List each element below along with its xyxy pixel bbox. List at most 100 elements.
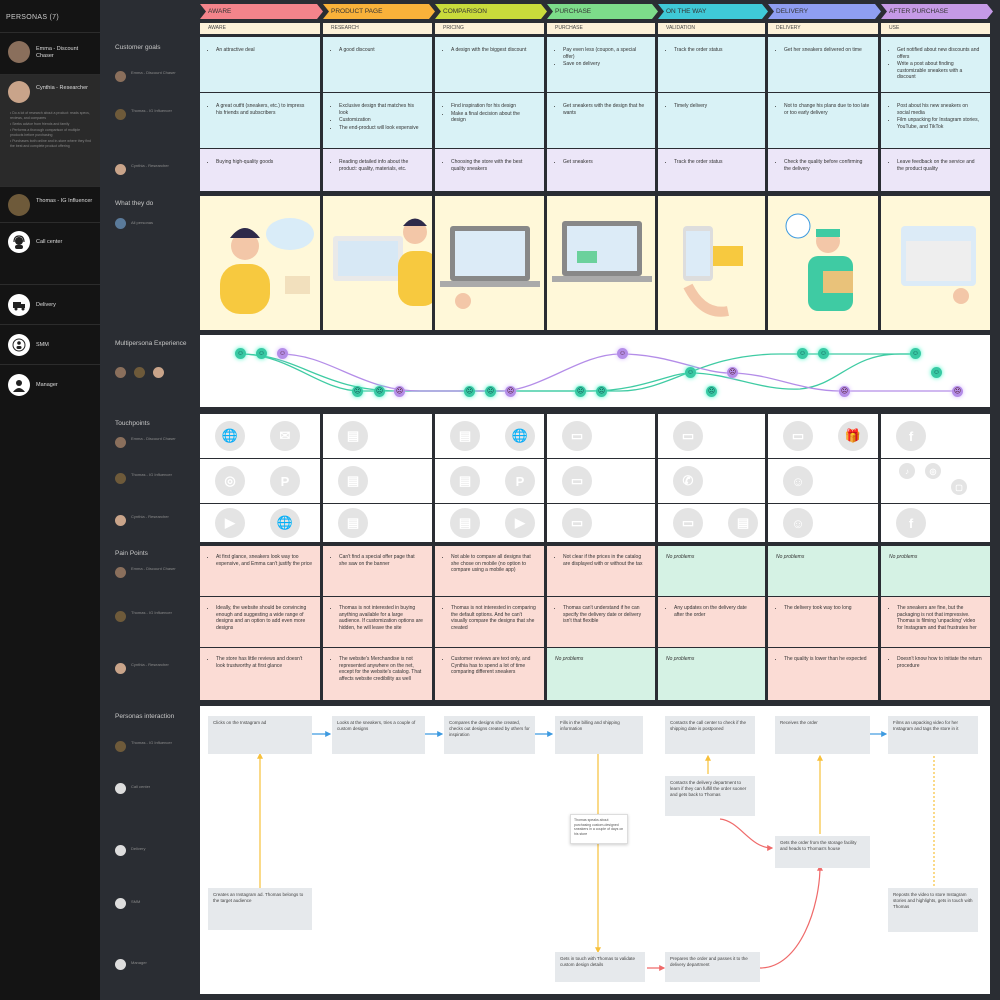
goal-item: Make a final decision about the design: [451, 111, 536, 124]
emotion-happy-icon: ☺: [797, 348, 808, 359]
pain-point-list: Not able to compare all designs that she…: [443, 554, 536, 574]
phase-tab[interactable]: AFTER PURCHASE: [881, 4, 993, 19]
interaction-note[interactable]: Gets the order from the storage facility…: [775, 836, 870, 868]
goal-cell: Timely delivery: [658, 93, 765, 148]
touchpoint-channel-icon[interactable]: ▭: [562, 508, 592, 538]
sidebar-role-label: Call center: [36, 239, 63, 245]
sidebar-role-smm[interactable]: SMM: [0, 324, 100, 364]
touchpoint-channel-icon[interactable]: ▤: [728, 508, 758, 538]
touchpoint-channel-icon[interactable]: ✉: [270, 421, 300, 451]
sidebar-role-call-center[interactable]: Call center: [0, 222, 100, 284]
goal-list: Post about his new sneakers on social me…: [889, 103, 982, 130]
touchpoint-channel-icon[interactable]: 🌐: [505, 421, 535, 451]
pain-point-text: Not able to compare all designs that she…: [451, 554, 536, 574]
touchpoint-channel-icon[interactable]: f: [896, 508, 926, 538]
emotion-sad-icon: ☹: [575, 386, 586, 397]
touchpoint-channel-icon[interactable]: P: [270, 466, 300, 496]
scene-illustration: [552, 221, 652, 282]
goal-cell: A great outfit (sneakers, etc.) to impre…: [200, 93, 320, 148]
personas-sidebar: PERSONAS (7) Emma - Discount Chaser Cynt…: [0, 0, 100, 1000]
tag-label: All personas: [131, 220, 154, 225]
scene-illustration: [220, 218, 314, 314]
sidebar-persona-thomas[interactable]: Thomas - IG Influencer: [0, 186, 100, 222]
emotion-happy-icon: ☺: [617, 348, 628, 359]
touchpoint-channel-icon[interactable]: ◎: [215, 466, 245, 496]
interaction-note[interactable]: Compares the designs she created, checks…: [444, 716, 535, 754]
touchpoint-channel-icon[interactable]: f: [896, 421, 926, 451]
interaction-note[interactable]: Contacts the call center to check if the…: [665, 716, 755, 754]
phase-tab[interactable]: DELIVERY: [768, 4, 881, 19]
thomas-avatar: [115, 611, 126, 622]
tag-label: Thomas - IG Influencer: [131, 610, 172, 615]
phase-bar: AWARE PRODUCT PAGE COMPARISON PURCHASE ON TH…: [200, 4, 998, 19]
emotion-sad-icon: ☹: [374, 386, 385, 397]
touchpoint-channel-icon[interactable]: P: [505, 466, 535, 496]
touchpoint-channel-icon[interactable]: ▭: [783, 421, 813, 451]
sidebar-persona-emma[interactable]: Emma - Discount Chaser: [0, 32, 100, 74]
touchpoint-channel-icon[interactable]: ▭: [673, 421, 703, 451]
sidebar-role-delivery[interactable]: Delivery: [0, 284, 100, 324]
touchpoint-channel-icon[interactable]: ☺: [783, 466, 813, 496]
touchpoint-channel-icon[interactable]: ◎: [925, 463, 941, 479]
goal-cell: Exclusive design that matches his lookCu…: [323, 93, 432, 148]
phase-tab[interactable]: ON THE WAY: [658, 4, 768, 19]
touchpoint-cell: ▭: [547, 414, 655, 458]
phase-tab[interactable]: PRODUCT PAGE: [323, 4, 435, 19]
touchpoint-channel-icon[interactable]: ♪: [899, 463, 915, 479]
touchpoint-channel-icon[interactable]: ▤: [450, 466, 480, 496]
interaction-note[interactable]: Reposts the video to store Instagram sto…: [888, 888, 978, 932]
group-icon: [115, 898, 126, 909]
multipersona-avatars: [115, 365, 175, 378]
touchpoint-channel-icon[interactable]: ▶: [215, 508, 245, 538]
touchpoint-channel-icon[interactable]: ▭: [562, 466, 592, 496]
pain-point-text: No problems: [666, 656, 695, 662]
interaction-note[interactable]: Contacts the delivery department to lear…: [665, 776, 755, 816]
emma-avatar: [115, 567, 126, 578]
touchpoint-channel-icon[interactable]: ▢: [951, 479, 967, 495]
touchpoint-channel-icon[interactable]: 🎁: [838, 421, 868, 451]
mini-note[interactable]: Thomas speaks about purchasing custom-de…: [570, 814, 628, 844]
goal-list: A great outfit (sneakers, etc.) to impre…: [208, 103, 312, 116]
touchpoint-channel-icon[interactable]: ▤: [338, 466, 368, 496]
touchpoint-cell: ▤: [323, 414, 432, 458]
interaction-note[interactable]: Films an unpacking video for her Instagr…: [888, 716, 978, 754]
goal-list: Exclusive design that matches his lookCu…: [331, 103, 424, 131]
interaction-note[interactable]: Clicks on the Instagram ad: [208, 716, 312, 754]
goal-list: A design with the biggest discount: [443, 47, 536, 54]
touchpoint-channel-icon[interactable]: 🌐: [215, 421, 245, 451]
interaction-note[interactable]: Creates an Instagram ad. Thomas belongs …: [208, 888, 312, 930]
phase-tab[interactable]: PURCHASE: [547, 4, 658, 19]
touchpoint-channel-icon[interactable]: ▤: [450, 421, 480, 451]
touchpoint-channel-icon[interactable]: 🌐: [270, 508, 300, 538]
pain-point-list: Customer reviews are text only, and Cynt…: [443, 656, 536, 676]
sidebar-role-manager[interactable]: Manager: [0, 364, 100, 404]
touchpoint-channel-icon[interactable]: ☺: [783, 508, 813, 538]
personas-interaction-panel: Clicks on the Instagram ad Looks at the …: [200, 706, 990, 994]
interaction-note[interactable]: Prepares the order and passes it to the …: [665, 952, 760, 982]
phase-tab[interactable]: AWARE: [200, 4, 323, 19]
cynthia-avatar: [115, 164, 126, 175]
pain-point-list: Thomas is not interested in buying anyth…: [331, 605, 424, 631]
interaction-note[interactable]: Receives the order: [775, 716, 870, 754]
touchpoint-channel-icon[interactable]: ▤: [338, 421, 368, 451]
touchpoint-cell: ▭ 🎁: [768, 414, 878, 458]
touchpoint-channel-icon[interactable]: ▭: [562, 421, 592, 451]
touchpoint-channel-icon[interactable]: ▤: [338, 508, 368, 538]
emotion-sad-icon: ☹: [394, 386, 405, 397]
sidebar-persona-cynthia[interactable]: Cynthia - Researcher • Do a lot of resea…: [0, 74, 100, 186]
tag-label: Emma - Discount Chaser: [131, 436, 176, 441]
touchpoint-channel-icon[interactable]: ▭: [673, 508, 703, 538]
desc-line: • Seeks advice from friends and family: [10, 122, 70, 126]
interaction-note[interactable]: Looks at the sneakers, tries a couple of…: [332, 716, 425, 754]
touchpoint-channel-icon[interactable]: ▶: [505, 508, 535, 538]
thomas-avatar: [8, 194, 30, 216]
touchpoint-channel-icon[interactable]: ▤: [450, 508, 480, 538]
pain-point-cell: The store has little reviews and doesn't…: [200, 648, 320, 700]
phase-tab[interactable]: COMPARISON: [435, 4, 547, 19]
touchpoint-cell: ✆: [658, 459, 765, 503]
interaction-note[interactable]: Gets in touch with Thomas to validate cu…: [555, 952, 645, 982]
interaction-note[interactable]: Fills in the billing and shipping inform…: [555, 716, 643, 754]
emotion-happy-icon: ☺: [931, 367, 942, 378]
goal-cell: A good discount: [323, 37, 432, 92]
touchpoint-channel-icon[interactable]: ✆: [673, 466, 703, 496]
